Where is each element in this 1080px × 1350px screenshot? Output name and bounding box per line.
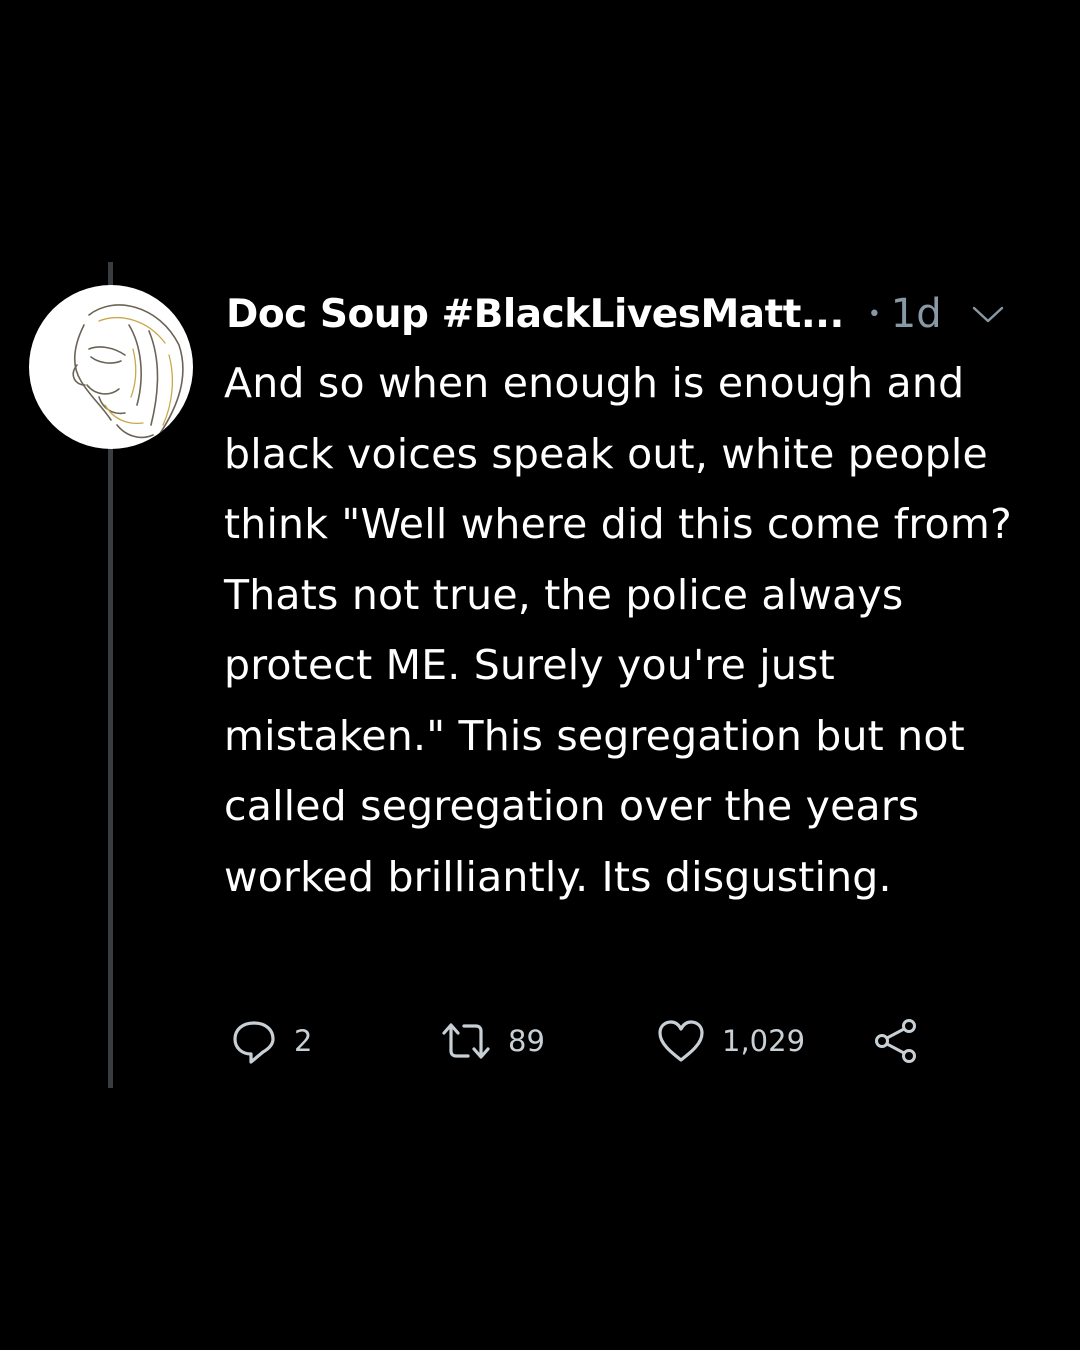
share-button[interactable] [872, 1010, 920, 1072]
author-name[interactable]: Doc Soup #BlackLivesMatt... [226, 292, 844, 337]
tweet-actions: 2 89 1,029 [226, 1010, 986, 1072]
retweet-icon [442, 1023, 490, 1059]
like-count: 1,029 [722, 1024, 806, 1058]
retweet-button[interactable]: 89 [440, 1010, 545, 1072]
reply-count: 2 [294, 1024, 313, 1058]
sketch-avatar-image [72, 304, 184, 439]
reply-button[interactable]: 2 [230, 1010, 312, 1072]
heart-icon [658, 1020, 704, 1062]
share-icon [875, 1019, 916, 1063]
tweet-text: And so when enough is enough and black v… [224, 359, 1012, 901]
timestamp[interactable]: 1d [891, 291, 942, 337]
like-button[interactable]: 1,029 [656, 1010, 805, 1072]
separator-dot: • [867, 301, 881, 327]
avatar[interactable] [29, 285, 193, 449]
tweet-header: Doc Soup #BlackLivesMatt... • 1d [226, 282, 1056, 346]
retweet-count: 89 [508, 1024, 545, 1058]
chevron-down-icon[interactable] [970, 302, 1006, 326]
reply-icon [233, 1021, 275, 1064]
